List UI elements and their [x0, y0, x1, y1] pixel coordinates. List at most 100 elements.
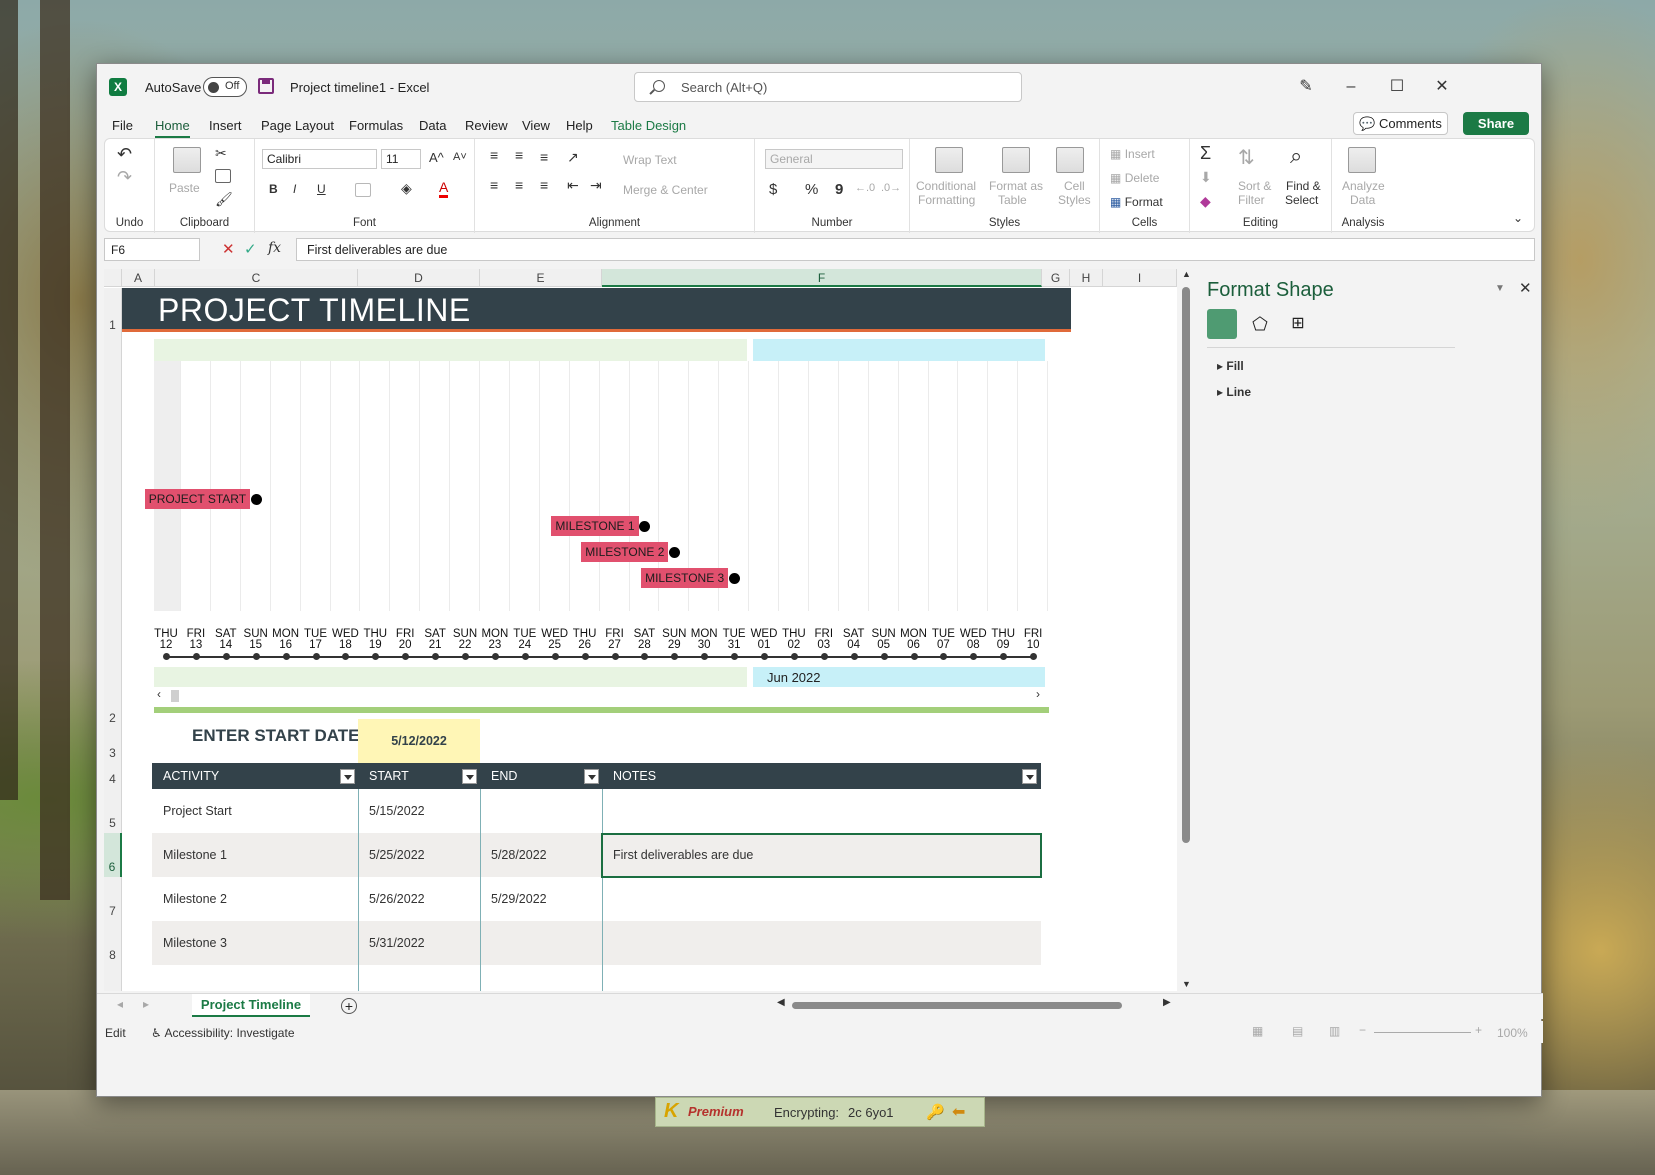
format-as-table-icon[interactable]: [1002, 147, 1030, 173]
comma-button[interactable]: 9: [835, 181, 843, 198]
conditional-formatting-label-1[interactable]: Conditional: [916, 179, 976, 193]
sort-filter-label-2[interactable]: Filter: [1238, 193, 1265, 207]
filter-start-icon[interactable]: [462, 769, 477, 784]
search-box[interactable]: Search (Alt+Q): [634, 72, 1022, 102]
borders-icon[interactable]: [355, 183, 371, 197]
row-header-5[interactable]: 5: [104, 789, 122, 833]
fill-section[interactable]: ▸ Fill: [1217, 359, 1244, 373]
line-section[interactable]: ▸ Line: [1217, 385, 1251, 399]
tab-formulas[interactable]: Formulas: [349, 118, 403, 133]
cancel-icon[interactable]: ✕: [222, 240, 235, 258]
find-select-label-1[interactable]: Find &: [1286, 179, 1321, 193]
activity-cell[interactable]: Project Start: [152, 789, 232, 833]
milestone-label[interactable]: MILESTONE 2: [581, 542, 669, 562]
end-cell[interactable]: 5/28/2022: [480, 833, 547, 877]
insert-cells-button[interactable]: ▦ Insert: [1110, 147, 1155, 161]
end-cell[interactable]: [480, 921, 491, 965]
sort-filter-icon[interactable]: ⇅: [1238, 145, 1255, 170]
notes-cell[interactable]: [602, 921, 613, 965]
active-cell-f6[interactable]: [601, 833, 1042, 878]
analyze-data-label-2[interactable]: Data: [1350, 193, 1375, 207]
autosum-icon[interactable]: Σ: [1200, 143, 1211, 164]
orientation-icon[interactable]: ↗: [567, 149, 579, 166]
align-center-icon[interactable]: ≡: [515, 177, 523, 193]
tab-table-design[interactable]: Table Design: [611, 118, 686, 133]
paste-label[interactable]: Paste: [169, 181, 200, 195]
pane-close-icon[interactable]: ✕: [1519, 279, 1532, 297]
fill-icon[interactable]: ⬇: [1200, 169, 1212, 186]
accessibility-status[interactable]: ♿ Accessibility: Investigate: [151, 1026, 295, 1040]
zoom-in-icon[interactable]: +: [1475, 1023, 1482, 1037]
font-family-field[interactable]: Calibri: [262, 149, 377, 169]
activity-cell[interactable]: Milestone 1: [152, 833, 227, 877]
collapse-ribbon-icon[interactable]: ⌄: [1513, 211, 1523, 225]
start-cell[interactable]: 5/15/2022: [358, 789, 425, 833]
align-top-icon[interactable]: ≡: [490, 147, 498, 163]
milestone-label[interactable]: PROJECT START: [144, 489, 251, 509]
row-header-6[interactable]: 6: [104, 833, 122, 877]
tab-data[interactable]: Data: [419, 118, 446, 133]
tab-home[interactable]: Home: [155, 118, 190, 138]
bold-button[interactable]: B: [269, 182, 278, 196]
formula-input[interactable]: First deliverables are due: [296, 238, 1535, 261]
start-cell[interactable]: 5/31/2022: [358, 921, 425, 965]
scroll-down-icon[interactable]: ▼: [1182, 979, 1191, 989]
tab-view[interactable]: View: [522, 118, 550, 133]
conditional-formatting-label-2[interactable]: Formatting: [918, 193, 975, 207]
maximize-button[interactable]: ☐: [1383, 74, 1411, 100]
column-header-g[interactable]: G: [1042, 269, 1070, 287]
paste-icon[interactable]: [173, 147, 201, 173]
end-cell[interactable]: [480, 789, 491, 833]
font-size-field[interactable]: 11: [381, 149, 421, 169]
page-break-view-icon[interactable]: ▥: [1329, 1024, 1340, 1038]
worksheet[interactable]: A C D E F G H I 1 2 3 4 5 6 7 8 PROJECT …: [104, 269, 1177, 991]
row-header-2[interactable]: 2: [104, 335, 122, 728]
fill-line-tab-icon[interactable]: [1207, 309, 1237, 339]
analyze-data-icon[interactable]: [1348, 147, 1376, 173]
milestone-marker[interactable]: [729, 573, 741, 584]
cell-styles-label-1[interactable]: Cell: [1064, 179, 1085, 193]
column-header-d[interactable]: D: [358, 269, 480, 287]
autosave-toggle[interactable]: Off: [203, 77, 247, 97]
activity-cell[interactable]: Milestone 2: [152, 877, 227, 921]
tab-page-layout[interactable]: Page Layout: [261, 118, 334, 133]
page-layout-view-icon[interactable]: ▤: [1292, 1024, 1303, 1038]
comments-button[interactable]: 💬 Comments: [1353, 112, 1448, 135]
zoom-level[interactable]: 100%: [1497, 1026, 1528, 1040]
align-right-icon[interactable]: ≡: [540, 177, 548, 193]
horizontal-scroll-thumb[interactable]: [792, 1002, 1122, 1009]
scroll-right-icon[interactable]: ▶: [1163, 997, 1171, 1008]
milestone-label[interactable]: MILESTONE 1: [551, 516, 639, 536]
start-date-cell[interactable]: 5/12/2022: [358, 719, 480, 763]
notes-cell[interactable]: [602, 789, 613, 833]
row-header-9[interactable]: [104, 965, 122, 991]
zoom-slider[interactable]: [1374, 1032, 1471, 1033]
cell-styles-label-2[interactable]: Styles: [1058, 193, 1091, 207]
milestone-marker[interactable]: [250, 494, 262, 505]
minimize-button[interactable]: –: [1337, 74, 1365, 100]
milestone-marker[interactable]: [639, 521, 651, 532]
effects-tab-icon[interactable]: ⬠: [1245, 309, 1275, 339]
cell-styles-icon[interactable]: [1056, 147, 1084, 173]
scroll-left-icon[interactable]: ‹: [157, 687, 161, 701]
timeline-chart[interactable]: PROJECT START MILESTONE 1 MILESTONE 2 MILES…: [144, 339, 1049, 717]
chart-scrollbar[interactable]: ‹ ›: [154, 687, 1045, 703]
notes-cell[interactable]: [602, 877, 613, 921]
pen-icon[interactable]: ✎: [1292, 74, 1320, 100]
column-header-f[interactable]: F: [602, 269, 1042, 287]
horizontal-scrollbar[interactable]: ◀ ▶: [777, 997, 1172, 1014]
milestone-marker[interactable]: [669, 547, 681, 558]
add-sheet-icon[interactable]: +: [341, 998, 357, 1014]
header-activity[interactable]: ACTIVITY: [152, 763, 358, 789]
enter-icon[interactable]: ✓: [244, 240, 257, 258]
vertical-scrollbar[interactable]: ▲ ▼: [1179, 269, 1193, 991]
decrease-decimal-icon[interactable]: .0→: [881, 182, 901, 194]
italic-button[interactable]: I: [293, 182, 296, 196]
format-cells-button[interactable]: ▦ Format: [1110, 195, 1163, 209]
cut-icon[interactable]: ✂: [215, 145, 227, 162]
pane-options-icon[interactable]: ▼: [1495, 283, 1505, 294]
prev-sheet-icon[interactable]: ◂: [117, 997, 123, 1011]
end-cell[interactable]: 5/29/2022: [480, 877, 547, 921]
key-icon[interactable]: 🔑: [926, 1103, 945, 1121]
milestone-label[interactable]: MILESTONE 3: [641, 568, 729, 588]
